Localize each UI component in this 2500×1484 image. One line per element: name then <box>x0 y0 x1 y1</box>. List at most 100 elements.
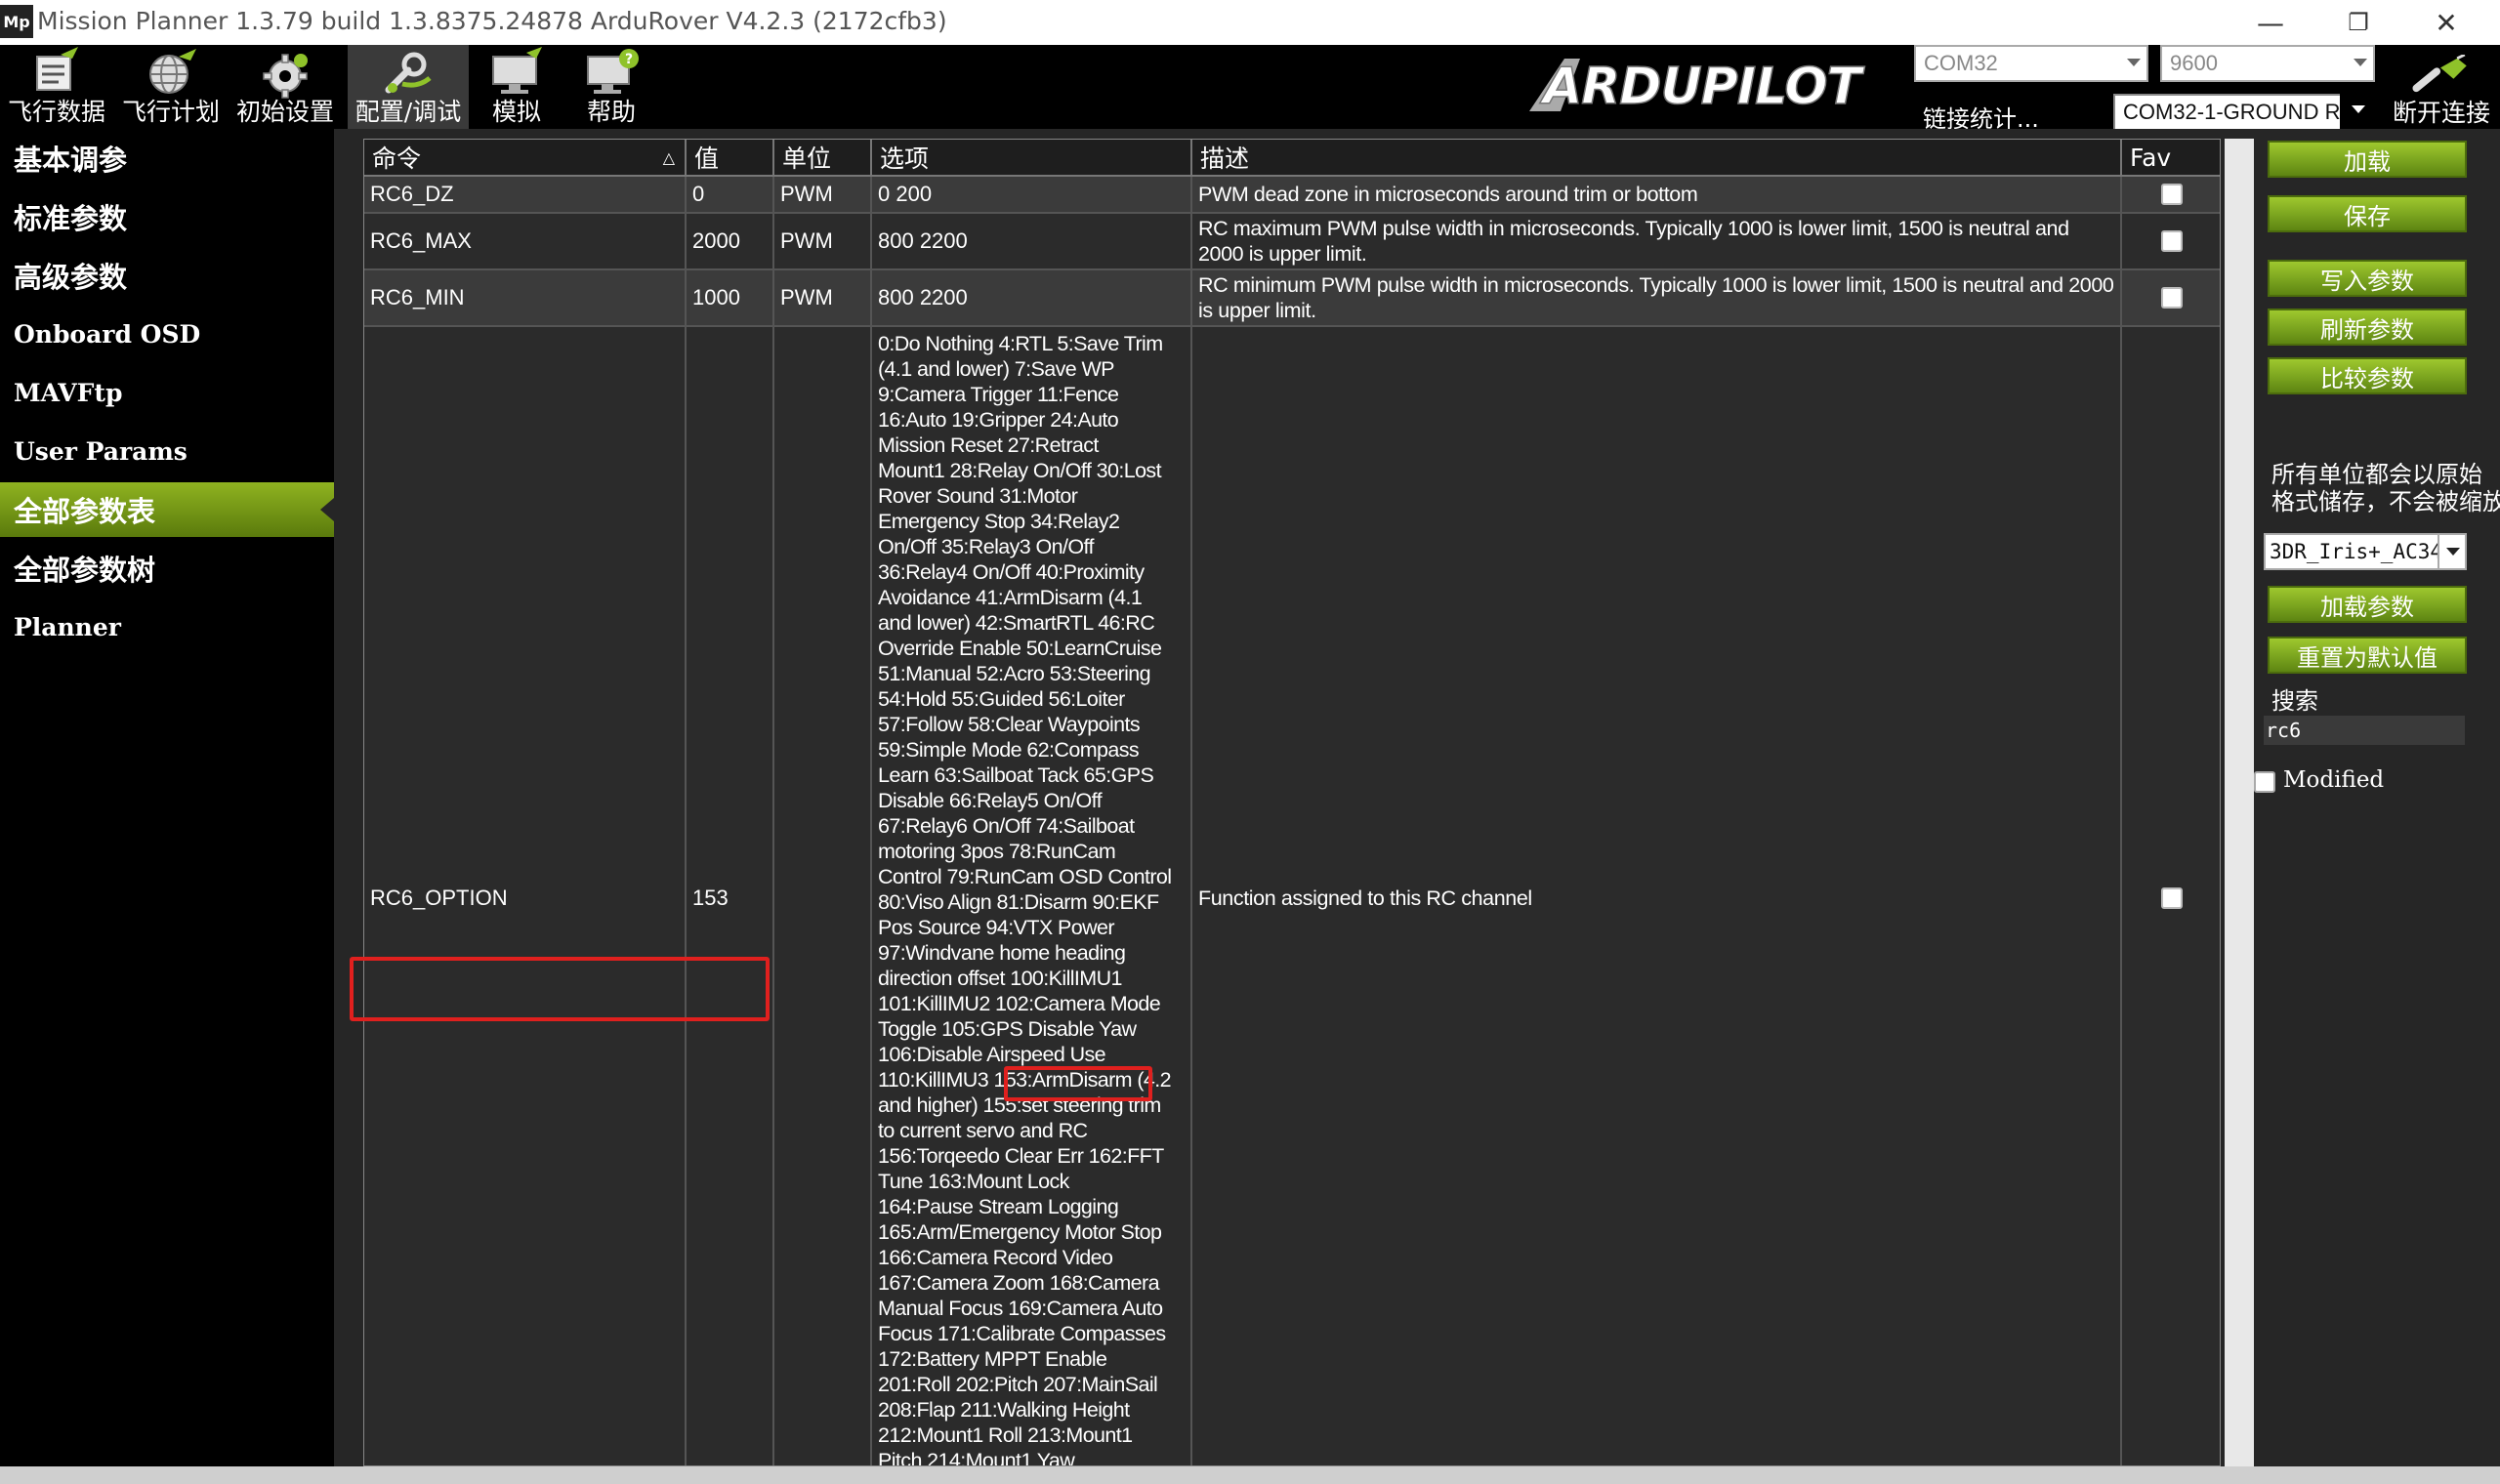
disconnect-button[interactable]: 断开连接 <box>2383 55 2500 129</box>
param-options: 0:Do Nothing 4:RTL 5:Save Trim (4.1 and … <box>872 327 1192 1465</box>
search-label: 搜索 <box>2271 687 2318 715</box>
param-description: Function assigned to this RC channel <box>1192 327 2122 1465</box>
chevron-down-icon <box>2352 105 2365 113</box>
table-row[interactable]: RC6_OPTION 153 0:Do Nothing 4:RTL 5:Save… <box>364 327 2220 1465</box>
menu-flight-data-label: 飞行数据 <box>7 98 105 126</box>
param-file-select[interactable]: 3DR_Iris+_AC34 <box>2264 533 2467 570</box>
search-input[interactable] <box>2264 716 2465 745</box>
connection-select[interactable]: COM32-1-GROUND RC <box>2113 94 2375 131</box>
sidebar-item-user-params[interactable]: User Params <box>0 424 334 478</box>
menu-help-label: 帮助 <box>586 98 636 126</box>
title-bar: Mp Mission Planner 1.3.79 build 1.3.8375… <box>0 0 2500 45</box>
param-name: RC6_OPTION <box>364 327 687 1465</box>
baud-rate-value: 9600 <box>2170 51 2218 75</box>
fav-checkbox[interactable] <box>2161 887 2183 909</box>
reset-default-button[interactable]: 重置为默认值 <box>2268 637 2467 674</box>
com-port-select[interactable]: COM32 <box>1914 45 2148 82</box>
column-header-options[interactable]: 选项 <box>872 140 1192 177</box>
sidebar-item-mavftp[interactable]: MAVFtp <box>0 365 334 420</box>
sidebar-item-onboard-osd[interactable]: Onboard OSD <box>0 307 334 361</box>
svg-text:?: ? <box>625 52 633 67</box>
param-unit: PWM <box>774 214 872 268</box>
window-bottom-edge <box>0 1466 2500 1484</box>
initial-setup-gear-icon <box>263 54 308 99</box>
param-unit <box>774 327 872 1465</box>
simulation-monitor-icon <box>492 47 542 94</box>
param-name: RC6_MIN <box>364 270 687 325</box>
column-header-description[interactable]: 描述 <box>1192 140 2122 177</box>
fav-cell[interactable] <box>2122 214 2220 268</box>
menu-flight-data[interactable]: 飞行数据 <box>4 45 109 129</box>
config-tuning-wrench-icon <box>385 52 432 94</box>
grid-vertical-scrollbar[interactable] <box>2225 139 2254 1466</box>
fav-checkbox[interactable] <box>2161 184 2183 205</box>
parameter-grid: 命令 △ 值 单位 选项 描述 Fav RC6_DZ 0 PWM 0 200 P… <box>363 139 2221 1466</box>
flight-plan-globe-icon <box>149 49 196 94</box>
table-row[interactable]: RC6_MIN 1000 PWM 800 2200 RC minimum PWM… <box>364 270 2220 327</box>
chevron-down-icon <box>2354 59 2367 66</box>
column-header-unit[interactable]: 单位 <box>774 140 872 177</box>
sidebar-item-advanced-params[interactable]: 高级参数 <box>0 248 334 303</box>
write-params-button[interactable]: 写入参数 <box>2268 260 2467 297</box>
param-description: RC maximum PWM pulse width in microsecon… <box>1192 214 2122 268</box>
menu-simulation[interactable]: 模拟 <box>473 45 561 129</box>
sidebar-item-planner[interactable]: Planner <box>0 599 334 654</box>
param-value[interactable]: 0 <box>687 177 774 212</box>
compare-params-button[interactable]: 比较参数 <box>2268 357 2467 394</box>
param-description: RC minimum PWM pulse width in microsecon… <box>1192 270 2122 325</box>
sidebar-item-full-param-tree[interactable]: 全部参数树 <box>0 541 334 596</box>
restore-button[interactable]: ❐ <box>2314 0 2402 45</box>
minimize-button[interactable]: — <box>2227 0 2314 45</box>
highlight-armdisarm-option <box>1004 1066 1152 1101</box>
help-monitor-icon: ? <box>587 49 639 94</box>
column-header-value[interactable]: 值 <box>687 140 774 177</box>
menu-config-tuning[interactable]: 配置/调试 <box>348 45 469 129</box>
save-button[interactable]: 保存 <box>2268 195 2467 232</box>
fav-checkbox[interactable] <box>2161 287 2183 309</box>
load-button[interactable]: 加载 <box>2268 141 2467 178</box>
config-sidebar: 基本调参 标准参数 高级参数 Onboard OSD MAVFtp User P… <box>0 129 334 1466</box>
column-header-fav[interactable]: Fav <box>2122 140 2220 177</box>
load-params-button[interactable]: 加载参数 <box>2268 586 2467 623</box>
modified-label: Modified <box>2283 767 2385 793</box>
param-value[interactable]: 153 <box>687 327 774 1465</box>
param-value[interactable]: 2000 <box>687 214 774 268</box>
fav-cell[interactable] <box>2122 270 2220 325</box>
param-value[interactable]: 1000 <box>687 270 774 325</box>
menu-simulation-label: 模拟 <box>491 98 541 126</box>
units-note: 所有单位都会以原始 格式储存，不会被缩放 <box>2271 461 2500 515</box>
param-unit: PWM <box>774 177 872 212</box>
close-button[interactable]: ✕ <box>2402 0 2490 45</box>
param-unit: PWM <box>774 270 872 325</box>
menu-help[interactable]: ? 帮助 <box>566 45 656 129</box>
flight-data-icon <box>36 47 78 91</box>
ardupilot-logo: ARDUPILOT <box>1529 57 1866 113</box>
menu-initial-setup[interactable]: 初始设置 <box>230 45 340 129</box>
param-options: 800 2200 <box>872 214 1192 268</box>
param-options: 0 200 <box>872 177 1192 212</box>
fav-checkbox[interactable] <box>2161 230 2183 252</box>
menu-initial-setup-label: 初始设置 <box>235 98 334 126</box>
table-row[interactable]: RC6_DZ 0 PWM 0 200 PWM dead zone in micr… <box>364 177 2220 214</box>
window-title: Mission Planner 1.3.79 build 1.3.8375.24… <box>37 7 947 35</box>
fav-cell[interactable] <box>2122 327 2220 1465</box>
chevron-down-icon <box>2438 535 2465 568</box>
baud-rate-select[interactable]: 9600 <box>2160 45 2375 82</box>
param-name: RC6_DZ <box>364 177 687 212</box>
mission-planner-app-icon: Mp <box>0 5 33 38</box>
fav-cell[interactable] <box>2122 177 2220 212</box>
menu-flight-plan[interactable]: 飞行计划 <box>117 45 225 129</box>
chevron-down-icon <box>2127 59 2141 66</box>
svg-text:ARDUPILOT: ARDUPILOT <box>1539 58 1865 113</box>
menu-config-tuning-label: 配置/调试 <box>354 98 462 126</box>
connection-value: COM32-1-GROUND RC <box>2123 100 2356 124</box>
disconnect-plug-icon <box>2412 55 2467 93</box>
sidebar-item-basic-tuning[interactable]: 基本调参 <box>0 131 334 186</box>
com-port-value: COM32 <box>1924 51 1998 75</box>
modified-checkbox[interactable] <box>2254 771 2275 793</box>
sidebar-item-standard-params[interactable]: 标准参数 <box>0 189 334 244</box>
sidebar-item-full-param-list[interactable]: 全部参数表 <box>0 482 334 537</box>
column-header-command[interactable]: 命令 △ <box>364 140 687 177</box>
table-row[interactable]: RC6_MAX 2000 PWM 800 2200 RC maximum PWM… <box>364 214 2220 270</box>
refresh-params-button[interactable]: 刷新参数 <box>2268 309 2467 346</box>
